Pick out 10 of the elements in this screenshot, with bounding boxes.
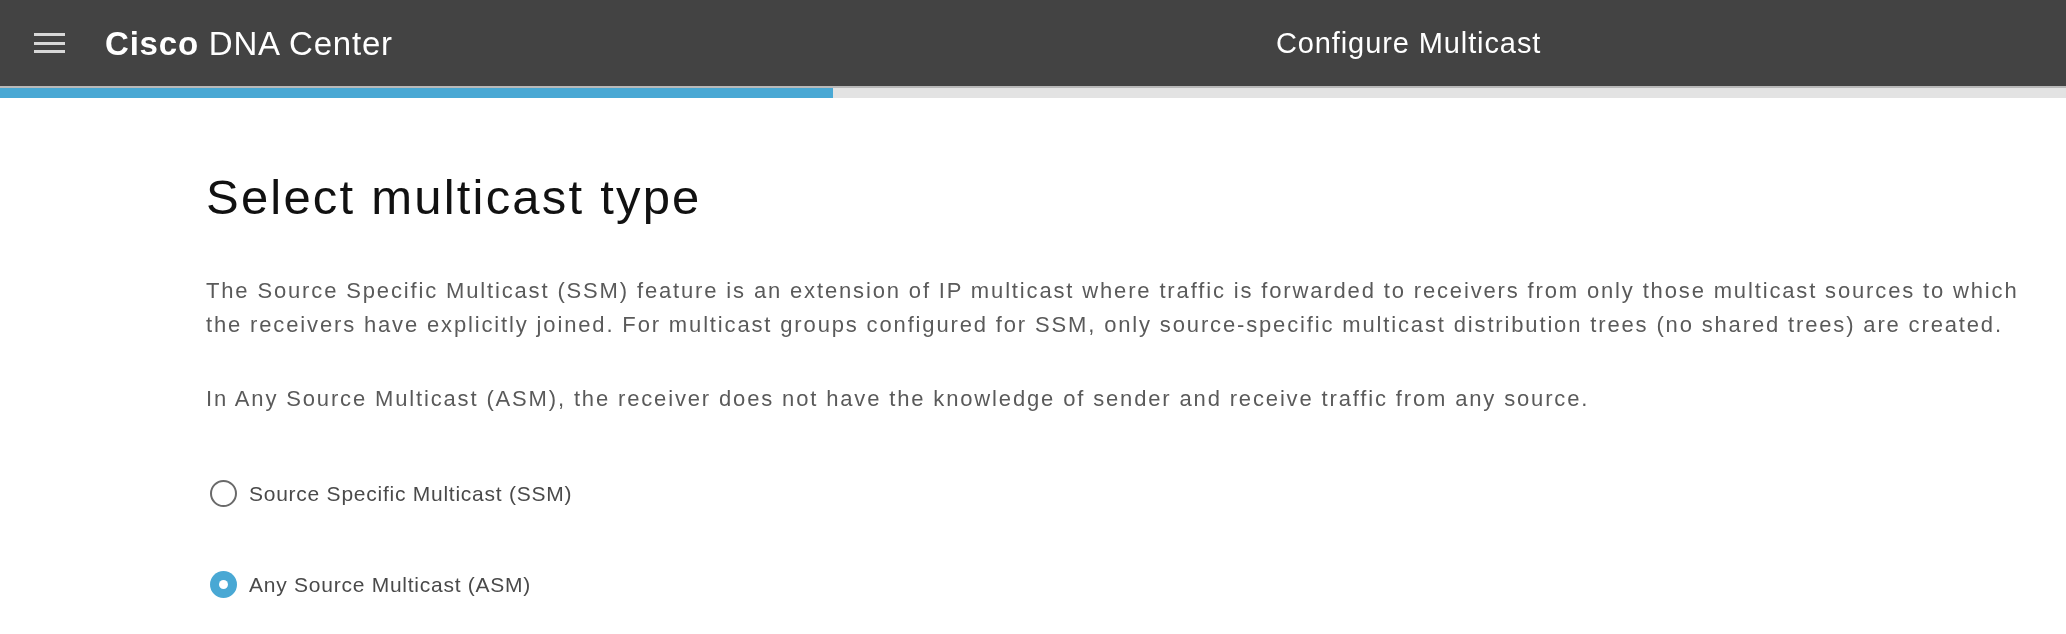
radio-label: Any Source Multicast (ASM) [249,574,532,595]
section-heading: Select multicast type [206,173,703,222]
radio-button[interactable] [210,480,237,507]
radio-label: Source Specific Multicast (SSM) [249,483,573,504]
app-logo: Cisco DNA Center [105,26,393,60]
menu-icon[interactable] [34,33,65,53]
description-paragraph: In Any Source Multicast (ASM), the receiver does not have the knowledge of sender and receive traffic from any source. [206,385,1591,413]
description-paragraph: The Source Specific Multicast (SSM) feature is an extension of IP multicast where traffic is forwarded to receivers from only those multicast sources to which the receivers have explicitly joined. For multicast groups configured for SSM, only source-specific multicast distribution trees (no shared trees) are created. [206,277,2020,339]
radio-button[interactable] [210,571,237,598]
page-title: Configure Multicast [1275,28,1542,58]
